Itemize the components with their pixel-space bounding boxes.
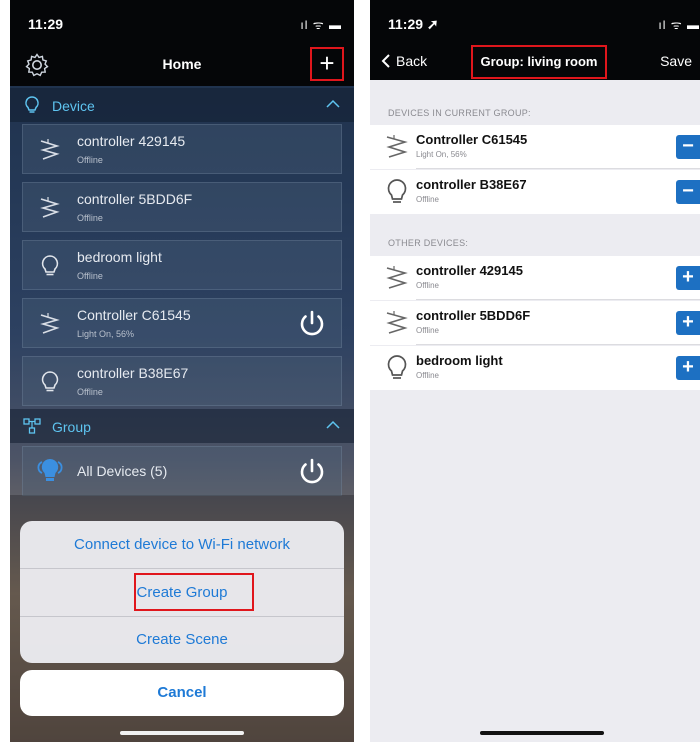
device-status: Offline (77, 213, 103, 223)
led-strip-icon (386, 135, 408, 158)
other-devices-label: OTHER DEVICES: (388, 238, 469, 248)
page-title: Group: living room (471, 45, 607, 79)
stage: 11:29 ıl ᯤ ▬ Home + Device controller 42… (0, 0, 700, 742)
group-icon (23, 418, 41, 434)
device-status: Offline (416, 371, 439, 380)
chevron-left-icon (381, 54, 390, 68)
status-time: 11:29 (28, 16, 64, 32)
bulb-icon (41, 371, 59, 392)
all-devices-icon (37, 458, 63, 481)
led-strip-icon (386, 311, 408, 334)
device-status: Offline (77, 387, 103, 397)
status-time: 11:29 ➚ (388, 16, 439, 32)
device-name: controller 429145 (416, 263, 523, 278)
device-name: bedroom light (77, 249, 162, 265)
power-icon[interactable] (295, 455, 329, 489)
add-device-button[interactable]: + (676, 356, 700, 380)
device-card[interactable]: bedroom light Offline (22, 240, 342, 290)
other-device-row[interactable]: controller 429145 Offline + (370, 256, 700, 300)
back-label: Back (396, 53, 428, 69)
bulb-icon (41, 255, 59, 276)
other-device-row[interactable]: bedroom light Offline + (370, 346, 700, 390)
add-device-button[interactable]: + (676, 311, 700, 335)
device-card[interactable]: Controller C61545 Light On, 56% (22, 298, 342, 348)
save-button[interactable]: Save (660, 53, 692, 69)
add-device-button[interactable]: + (676, 266, 700, 290)
status-bar: 11:29 ıl ᯤ ▬ (10, 0, 354, 44)
status-bar: 11:29 ➚ ıl ᯤ ▬ (370, 0, 700, 44)
device-status: Offline (416, 326, 439, 335)
other-device-row[interactable]: controller 5BDD6F Offline + (370, 301, 700, 345)
led-strip-icon (40, 139, 60, 160)
group-section-label: Group (52, 419, 91, 435)
bulb-icon (387, 179, 407, 203)
device-status: Offline (77, 271, 103, 281)
device-status: Offline (77, 155, 103, 165)
device-card[interactable]: controller 5BDD6F Offline (22, 182, 342, 232)
bulb-icon (387, 355, 407, 379)
page-title: Home (162, 56, 202, 72)
device-status: Light On, 56% (77, 329, 135, 339)
divider (416, 168, 700, 169)
nav-bar: Home + (10, 44, 354, 86)
device-status: Offline (416, 195, 439, 204)
device-status: Light On, 56% (416, 150, 467, 159)
group-section-header[interactable]: Group (10, 409, 354, 443)
device-name: Controller C61545 (416, 132, 528, 147)
home-screen: 11:29 ıl ᯤ ▬ Home + Device controller 42… (10, 0, 354, 742)
nav-bar: Back Group: living room Save (370, 44, 700, 80)
device-name: Controller C61545 (77, 307, 191, 323)
divider (416, 344, 700, 345)
status-signal: ıl ᯤ ▬ (658, 18, 700, 32)
highlight-box (134, 573, 254, 611)
chevron-up-icon[interactable] (324, 95, 342, 113)
device-name: controller 5BDD6F (416, 308, 531, 323)
device-name: controller B38E67 (77, 365, 189, 381)
home-indicator[interactable] (480, 731, 604, 735)
status-signal: ıl ᯤ ▬ (300, 18, 342, 32)
current-group-label: DEVICES IN CURRENT GROUP: (388, 108, 531, 118)
led-strip-icon (40, 197, 60, 218)
device-section-label: Device (52, 98, 95, 114)
device-name: controller 5BDD6F (77, 191, 193, 207)
chevron-up-icon[interactable] (324, 416, 342, 434)
group-card[interactable]: All Devices (5) (22, 446, 342, 496)
device-name: controller B38E67 (416, 177, 527, 192)
group-edit-screen: 11:29 ➚ ıl ᯤ ▬ Back Group: living room S… (370, 0, 700, 742)
device-card[interactable]: controller B38E67 Offline (22, 356, 342, 406)
connect-wifi-option[interactable]: Connect device to Wi-Fi network (20, 521, 344, 568)
divider (416, 299, 700, 300)
device-name: controller 429145 (77, 133, 186, 149)
power-icon[interactable] (295, 307, 329, 341)
cancel-button[interactable]: Cancel (20, 670, 344, 716)
led-strip-icon (386, 266, 408, 289)
back-button[interactable]: Back (380, 53, 427, 69)
device-section-header[interactable]: Device (10, 88, 354, 122)
current-device-row[interactable]: Controller C61545 Light On, 56% − (370, 125, 700, 169)
create-scene-option[interactable]: Create Scene (20, 616, 344, 663)
led-strip-icon (40, 313, 60, 334)
device-status: Offline (416, 281, 439, 290)
home-indicator[interactable] (120, 731, 244, 735)
add-button[interactable]: + (310, 47, 344, 81)
remove-device-button[interactable]: − (676, 135, 700, 159)
action-sheet: Connect device to Wi-Fi network Create G… (20, 521, 344, 663)
device-name: bedroom light (416, 353, 503, 368)
remove-device-button[interactable]: − (676, 180, 700, 204)
current-device-row[interactable]: controller B38E67 Offline − (370, 170, 700, 214)
device-card[interactable]: controller 429145 Offline (22, 124, 342, 174)
group-name: All Devices (5) (77, 463, 168, 479)
bulb-icon (25, 96, 39, 113)
